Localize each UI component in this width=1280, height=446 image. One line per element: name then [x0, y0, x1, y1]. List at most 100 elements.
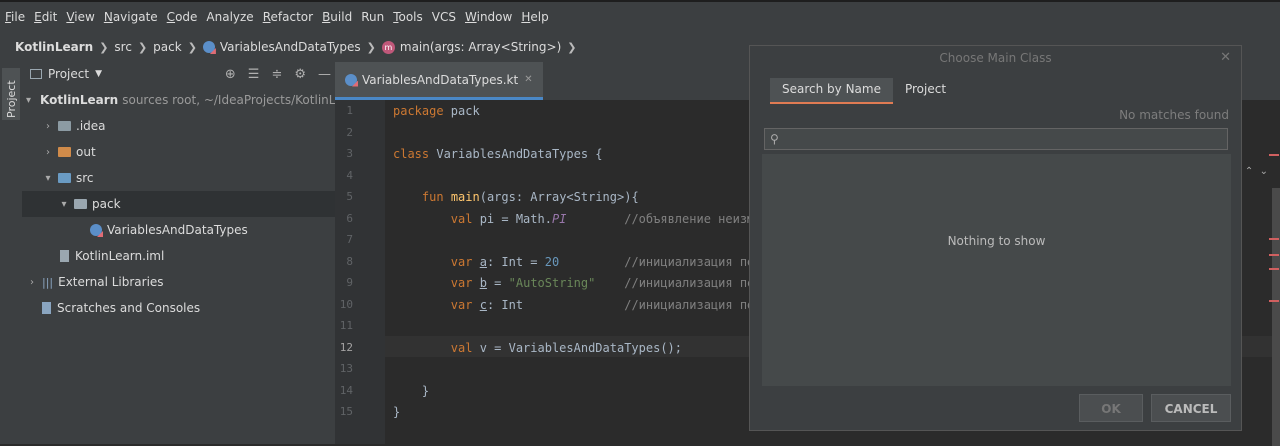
line-number: 9: [346, 276, 353, 289]
code-line-10: var c: Int //инициализация переме: [450, 298, 784, 312]
menu-refactor[interactable]: Refactor: [263, 10, 313, 24]
line-number: 2: [346, 126, 353, 139]
line-number: 11: [339, 319, 353, 332]
code-line-3: class VariablesAndDataTypes {: [393, 147, 603, 161]
line-number: 6: [346, 212, 353, 225]
project-panel: Project ▼ ⊕ ☰ ≑ ⚙ — ▾ KotlinLearn source…: [22, 62, 355, 444]
editor-scrollbar[interactable]: [1272, 188, 1280, 446]
menu-code[interactable]: Code: [167, 10, 198, 24]
project-panel-header: Project ▼ ⊕ ☰ ≑ ⚙ —: [22, 62, 335, 86]
class-search-field[interactable]: ⚲: [764, 128, 1228, 150]
project-tool-tab-label: Project: [5, 80, 18, 118]
cancel-button[interactable]: CANCEL: [1151, 394, 1231, 422]
menu-build[interactable]: Build: [322, 10, 352, 24]
tree-item-external-libraries[interactable]: › ||| External Libraries: [22, 269, 339, 295]
tab-search-by-name[interactable]: Search by Name: [770, 78, 893, 104]
project-view-icon: [30, 69, 42, 79]
breadcrumb-file[interactable]: VariablesAndDataTypes: [202, 40, 361, 54]
dialog-tabs: Search by Name Project: [770, 78, 958, 104]
chevron-down-icon[interactable]: ▾: [26, 95, 31, 106]
line-number: 14: [339, 384, 353, 397]
tab-project[interactable]: Project: [893, 78, 958, 104]
kotlin-file-icon: [90, 224, 102, 236]
tree-item-out[interactable]: › out: [22, 139, 355, 165]
line-number: 7: [346, 233, 353, 246]
breadcrumb-method[interactable]: m main(args: Array<String>): [381, 40, 562, 54]
chevron-down-icon[interactable]: ▾: [58, 199, 70, 210]
close-icon[interactable]: ✕: [1220, 50, 1231, 65]
results-list[interactable]: Nothing to show: [762, 154, 1231, 386]
folder-icon: [58, 121, 71, 131]
code-line-12: val v = VariablesAndDataTypes();: [450, 341, 682, 355]
tree-item-kotlin-file[interactable]: VariablesAndDataTypes: [22, 217, 335, 243]
code-line-9: var b = "AutoString" //инициализация пер…: [450, 276, 784, 290]
collapse-all-icon[interactable]: ≑: [271, 67, 282, 82]
menu-vcs[interactable]: VCS: [432, 10, 456, 24]
scratches-icon: [42, 302, 51, 314]
tree-item-label: src: [76, 171, 94, 185]
close-icon[interactable]: ✕: [524, 74, 532, 85]
chevron-down-icon[interactable]: ▾: [42, 173, 54, 184]
menu-bar: File Edit View Navigate Code Analyze Ref…: [0, 2, 1280, 32]
chevron-down-icon[interactable]: ▼: [95, 69, 102, 79]
tree-item-idea[interactable]: › .idea: [22, 113, 355, 139]
package-icon: [74, 199, 87, 209]
tree-item-label: .idea: [76, 119, 106, 133]
code-line-8: var a: Int = 20 //инициализация переме: [450, 255, 784, 269]
menu-navigate[interactable]: Navigate: [104, 10, 158, 24]
breadcrumb-method-label: main(args: Array<String>): [399, 40, 562, 54]
menu-analyze[interactable]: Analyze: [206, 10, 253, 24]
gear-icon[interactable]: ⚙: [294, 67, 306, 82]
line-number: 13: [339, 362, 353, 375]
tool-window-strip: Project: [0, 62, 23, 444]
error-stripe-mark[interactable]: [1269, 300, 1279, 302]
menu-file[interactable]: File: [5, 10, 25, 24]
error-stripe-mark[interactable]: [1269, 238, 1279, 240]
tree-item-root[interactable]: ▾ KotlinLearn sources root, ~/IdeaProjec…: [22, 87, 355, 113]
code-line-14: }: [393, 384, 430, 398]
ok-button[interactable]: OK: [1079, 394, 1143, 422]
tree-item-label: KotlinLearn.iml: [75, 249, 165, 263]
chevron-right-icon[interactable]: ›: [42, 121, 54, 132]
error-stripe-mark[interactable]: [1269, 268, 1279, 270]
chevron-right-icon[interactable]: ›: [26, 277, 38, 288]
menu-run[interactable]: Run: [361, 10, 384, 24]
code-line-1: package pack: [393, 104, 480, 118]
line-number: 3: [346, 147, 353, 160]
hide-icon[interactable]: —: [318, 67, 331, 82]
kotlin-file-icon: [345, 73, 357, 86]
menu-view[interactable]: View: [66, 10, 94, 24]
line-number: 15: [339, 405, 353, 418]
project-tool-tab[interactable]: Project: [2, 68, 20, 120]
project-view-selector[interactable]: Project: [48, 67, 89, 81]
menu-help[interactable]: Help: [521, 10, 548, 24]
code-line-6: val pi = Math.PI //объявление неизменяе: [450, 212, 784, 226]
tree-item-scratches[interactable]: Scratches and Consoles: [22, 295, 355, 321]
tree-item-pack[interactable]: ▾ pack: [22, 191, 335, 217]
breadcrumb-project[interactable]: KotlinLearn: [15, 40, 93, 54]
chevron-right-icon[interactable]: ›: [42, 147, 54, 158]
tree-item-iml[interactable]: KotlinLearn.iml: [22, 243, 335, 269]
kotlin-file-icon: [202, 41, 215, 53]
error-stripe-mark[interactable]: [1269, 254, 1279, 256]
line-number: 8: [346, 255, 353, 268]
line-number-gutter: 1 2 3 4 5 6 7 8 9 10 11 12 13 14 15: [335, 100, 385, 444]
class-search-input[interactable]: [787, 130, 1221, 150]
line-number: 10: [339, 298, 353, 311]
tree-item-label: Scratches and Consoles: [57, 301, 201, 315]
locate-icon[interactable]: ⊕: [225, 67, 236, 82]
error-stripe-mark[interactable]: [1269, 154, 1279, 156]
menu-edit[interactable]: Edit: [34, 10, 57, 24]
editor-nav-arrows[interactable]: ⌃ ⌄: [1245, 166, 1268, 177]
menu-tools[interactable]: Tools: [393, 10, 423, 24]
breadcrumb-src[interactable]: src: [114, 40, 132, 54]
menu-window[interactable]: Window: [465, 10, 512, 24]
breadcrumb-pack[interactable]: pack: [153, 40, 182, 54]
editor-tab-file[interactable]: VariablesAndDataTypes.kt ✕: [335, 62, 543, 100]
tree-item-src[interactable]: ▾ src: [22, 165, 355, 191]
expand-all-icon[interactable]: ☰: [248, 67, 260, 82]
no-matches-label: No matches found: [1119, 108, 1229, 122]
chevron-right-icon: ❯: [366, 40, 376, 54]
output-folder-icon: [58, 147, 71, 157]
tree-item-label: VariablesAndDataTypes: [107, 223, 248, 237]
